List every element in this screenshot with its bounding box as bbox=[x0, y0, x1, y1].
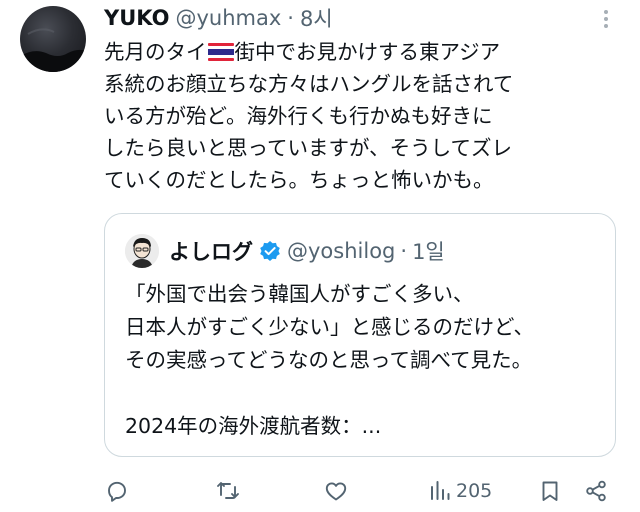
quoted-tweet[interactable]: よしログ @yoshilog · 1일 「外国で出会う韓国人がすごく多い、 日本… bbox=[104, 213, 616, 457]
views-icon bbox=[431, 481, 450, 500]
quoted-author-name[interactable]: よしログ bbox=[169, 236, 253, 266]
tweet-text-line: 先月のタイ 街中でお見かけする東アジア bbox=[104, 36, 624, 68]
night-sky-image bbox=[20, 28, 86, 72]
person-illustration-image bbox=[125, 234, 159, 268]
tweet-text-segment: 先月のタイ bbox=[104, 40, 207, 64]
tweet-time[interactable]: 8시 bbox=[300, 3, 333, 33]
quoted-text-line: 日本人がすごく少ない」と感じるのだけど、 bbox=[125, 315, 534, 339]
quoted-tweet-header: よしログ @yoshilog · 1일 bbox=[169, 235, 445, 267]
quoted-tweet-time[interactable]: 1일 bbox=[412, 236, 445, 266]
bookmark-icon bbox=[542, 481, 558, 501]
separator-dot: · bbox=[400, 239, 408, 263]
like-icon bbox=[325, 482, 347, 501]
retweet-button[interactable] bbox=[216, 478, 240, 504]
views-button[interactable]: 205 bbox=[428, 478, 492, 504]
quoted-text-line bbox=[125, 377, 605, 410]
quoted-author-handle[interactable]: @yoshilog bbox=[287, 239, 395, 263]
bookmark-button[interactable] bbox=[538, 478, 562, 504]
tweet-header: YUKO @yuhmax · 8시 bbox=[104, 4, 333, 32]
tweet-text-line: したら良いと思っていますが、そうしてズレ bbox=[104, 136, 512, 160]
share-button[interactable] bbox=[584, 478, 608, 504]
tweet-text-line: ていくのだとしたら。ちょっと怖いかも。 bbox=[104, 168, 494, 192]
reply-icon bbox=[108, 481, 126, 502]
separator-dot: · bbox=[287, 6, 294, 30]
thailand-flag-icon bbox=[207, 43, 234, 61]
author-avatar[interactable] bbox=[20, 6, 86, 72]
verified-badge-icon bbox=[260, 241, 280, 261]
quoted-text-line: 2024年の海外渡航者数：... bbox=[125, 414, 382, 438]
like-button[interactable] bbox=[324, 478, 348, 504]
more-options-icon[interactable] bbox=[596, 8, 616, 30]
quoted-tweet-text: 「外国で出会う韓国人がすごく多い、 日本人がすごく少ない」と感じるのだけど、 そ… bbox=[125, 278, 605, 443]
quoted-text-line: 「外国で出会う韓国人がすごく多い、 bbox=[125, 282, 474, 306]
tweet-text-line: いる方が殆ど。海外行くも行かぬも好きに bbox=[104, 104, 493, 128]
author-handle[interactable]: @yuhmax bbox=[175, 6, 281, 30]
tweet-text: 先月のタイ 街中でお見かけする東アジア 系統のお顔立ちな方々はハングルを話されて… bbox=[104, 36, 624, 196]
reply-button[interactable] bbox=[105, 478, 129, 504]
action-bar: 205 bbox=[0, 474, 640, 508]
views-count: 205 bbox=[456, 480, 493, 502]
retweet-icon bbox=[217, 482, 239, 499]
tweet-text-line: 系統のお顔立ちな方々はハングルを話されて bbox=[104, 72, 514, 96]
quoted-author-avatar[interactable] bbox=[125, 234, 159, 268]
quoted-text-line: その実感ってどうなのと思って調べて見た。 bbox=[125, 348, 533, 372]
tweet-text-segment: 街中でお見かけする東アジア bbox=[234, 40, 501, 64]
author-name[interactable]: YUKO bbox=[104, 6, 169, 30]
share-icon bbox=[586, 480, 606, 502]
